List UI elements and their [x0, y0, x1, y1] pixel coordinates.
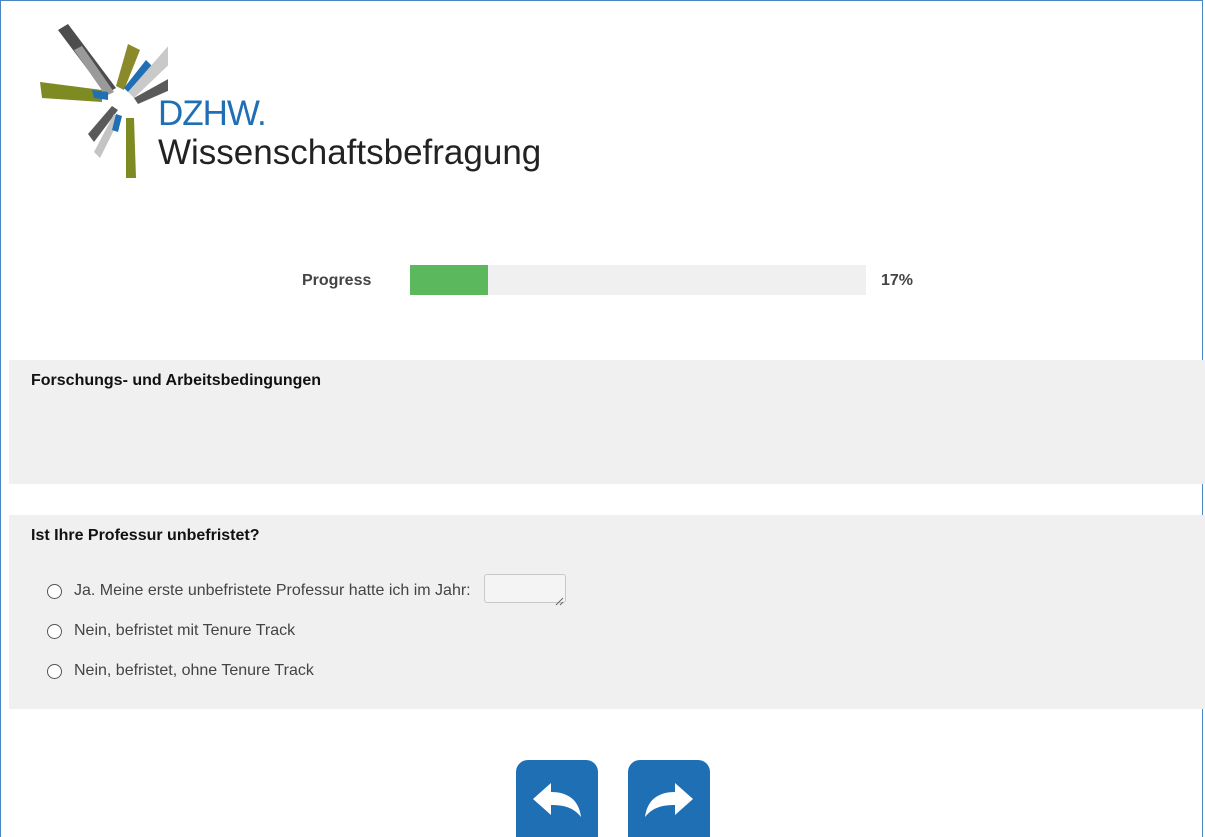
- section-title: Forschungs- und Arbeitsbedingungen: [31, 372, 322, 389]
- year-input-wrapper: [471, 574, 566, 608]
- option-label: Ja. Meine erste unbefristete Professur h…: [74, 582, 471, 599]
- option-no-tenure-track[interactable]: Nein, befristet, ohne Tenure Track: [47, 659, 314, 683]
- progress-track: [410, 265, 866, 295]
- arrow-back-icon: [533, 782, 581, 817]
- radio-button[interactable]: [47, 623, 62, 639]
- option-yes-permanent[interactable]: Ja. Meine erste unbefristete Professur h…: [47, 574, 566, 606]
- logo-rays-icon: [40, 24, 168, 178]
- dzhw-logo: DZHW. Wissenschaftsbefragung: [38, 20, 598, 190]
- back-button[interactable]: [516, 760, 598, 837]
- progress-label: Progress: [302, 272, 372, 289]
- next-button[interactable]: [628, 760, 710, 837]
- progress-bar-row: Progress 17%: [0, 265, 1205, 295]
- question-panel: Ist Ihre Professur unbefristet? Ja. Mein…: [9, 515, 1205, 709]
- logo-brand-text: DZHW.: [158, 94, 267, 133]
- option-label: Nein, befristet, ohne Tenure Track: [74, 662, 314, 679]
- section-header-panel: Forschungs- und Arbeitsbedingungen: [9, 360, 1205, 484]
- option-tenure-track[interactable]: Nein, befristet mit Tenure Track: [47, 619, 295, 643]
- logo-subtitle: Wissenschaftsbefragung: [158, 133, 542, 172]
- radio-button[interactable]: [47, 663, 62, 679]
- option-label: Nein, befristet mit Tenure Track: [74, 622, 296, 639]
- question-title: Ist Ihre Professur unbefristet?: [31, 527, 260, 544]
- progress-fill: [410, 265, 488, 295]
- arrow-forward-icon: [645, 782, 693, 817]
- progress-value: 17%: [881, 272, 914, 289]
- radio-button[interactable]: [47, 583, 62, 599]
- year-input[interactable]: [483, 574, 566, 603]
